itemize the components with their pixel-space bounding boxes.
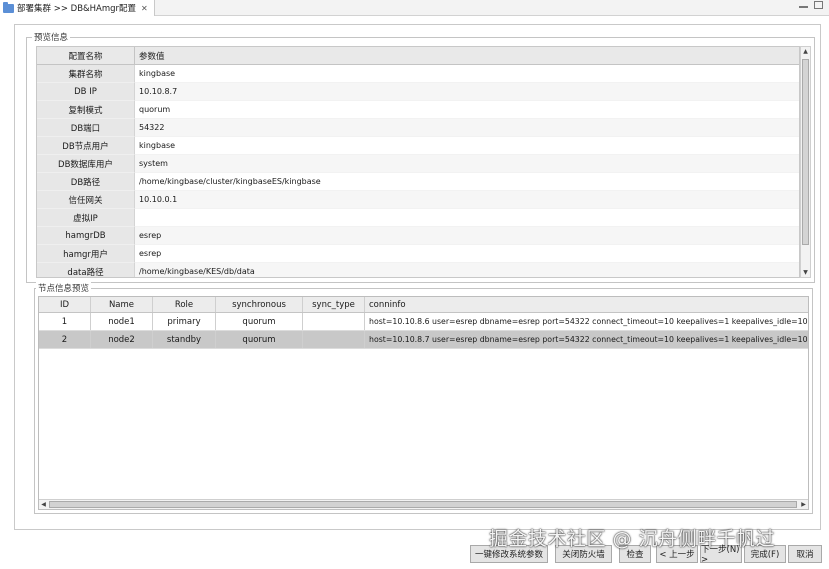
param-value-cell[interactable]: quorum — [135, 101, 799, 119]
node-table: ID Name Role synchronous sync_type conni… — [38, 296, 809, 510]
config-name-cell: 集群名称 — [37, 65, 135, 83]
tab-title: 部署集群 >> DB&HAmgr配置 — [17, 4, 137, 14]
param-value-cell[interactable]: /home/kingbase/cluster/kingbaseES/kingba… — [135, 173, 799, 191]
sync-type-cell — [303, 331, 365, 348]
param-value-cell[interactable]: esrep — [135, 245, 799, 263]
param-value-cell[interactable]: kingbase — [135, 137, 799, 155]
conninfo-cell: host=10.10.8.6 user=esrep dbname=esrep p… — [369, 317, 808, 326]
node-info-group-label: 节点信息预览 — [36, 282, 92, 294]
table-row[interactable]: 集群名称 kingbase — [37, 65, 799, 83]
param-value-cell[interactable]: 10.10.8.7 — [135, 83, 799, 101]
column-header-param-value[interactable]: 参数值 — [135, 47, 799, 64]
synchronous-cell: quorum — [216, 313, 303, 330]
table-row[interactable]: DB节点用户 kingbase — [37, 137, 799, 155]
role-cell: primary — [153, 313, 216, 330]
name-cell: node2 — [91, 331, 153, 348]
column-header-synchronous[interactable]: synchronous — [216, 297, 303, 312]
table-row[interactable]: data路径/home/kingbase/KES/db/data — [37, 263, 799, 277]
table-row[interactable]: DB路径/home/kingbase/cluster/kingbaseES/ki… — [37, 173, 799, 191]
name-cell: node1 — [91, 313, 153, 330]
config-name-cell: hamgrDB — [37, 227, 135, 245]
maximize-icon[interactable] — [814, 1, 823, 9]
minimize-icon[interactable] — [799, 5, 808, 8]
scroll-left-icon[interactable]: ◀ — [39, 500, 48, 509]
table-row[interactable]: 1 node1 primary quorum host=10.10.8.6 user=e… — [39, 313, 808, 331]
scroll-thumb[interactable] — [802, 59, 809, 245]
watermark: 掘金技术社区 @ 沉舟侧畔千帆过 — [489, 528, 776, 550]
config-name-cell: hamgr用户 — [37, 245, 135, 263]
scroll-up-icon[interactable]: ▲ — [801, 47, 810, 56]
preview-table-header: 配置名称 参数值 — [37, 47, 799, 65]
preview-group-label: 预览信息 — [32, 31, 71, 43]
editor-tab[interactable]: 部署集群 >> DB&HAmgr配置 ✕ — [0, 0, 155, 16]
column-header-config-name[interactable]: 配置名称 — [37, 47, 135, 64]
column-header-conninfo[interactable]: conninfo — [365, 297, 808, 312]
param-value-cell[interactable]: 54322 — [135, 119, 799, 137]
column-header-id[interactable]: ID — [39, 297, 91, 312]
config-name-cell: DB路径 — [37, 173, 135, 191]
table-row[interactable]: hamgr用户 esrep — [37, 245, 799, 263]
config-name-cell: data路径 — [37, 263, 135, 277]
role-cell: standby — [153, 331, 216, 348]
node-table-horizontal-scrollbar[interactable]: ◀ ▶ — [39, 499, 808, 509]
config-name-cell: DB数据库用户 — [37, 155, 135, 173]
column-header-sync-type[interactable]: sync_type — [303, 297, 365, 312]
param-value-cell[interactable]: 10.10.0.1 — [135, 191, 799, 209]
column-header-role[interactable]: Role — [153, 297, 216, 312]
window-controls — [799, 1, 823, 9]
table-row[interactable]: DB IP 10.10.8.7 — [37, 83, 799, 101]
column-header-name[interactable]: Name — [91, 297, 153, 312]
scroll-down-icon[interactable]: ▼ — [801, 268, 810, 277]
preview-table-body: 集群名称 kingbase DB IP 10.10.8.7 复制模式 quorum DB端口… — [37, 65, 799, 277]
node-table-header: ID Name Role synchronous sync_type conni… — [39, 297, 808, 313]
config-name-cell: 虚拟IP — [37, 209, 135, 227]
node-table-body: 1 node1 primary quorum host=10.10.8.6 user=e… — [39, 313, 808, 349]
param-value-cell[interactable]: esrep — [135, 227, 799, 245]
config-name-cell: 信任网关 — [37, 191, 135, 209]
preview-vertical-scrollbar[interactable]: ▲ ▼ — [800, 46, 811, 278]
table-row[interactable]: 虚拟IP — [37, 209, 799, 227]
id-cell: 1 — [39, 313, 91, 330]
config-name-cell: 复制模式 — [37, 101, 135, 119]
param-value-cell[interactable]: kingbase — [135, 65, 799, 83]
preview-table: 配置名称 参数值 集群名称 kingbase DB IP 10.10.8.7 复制模式 q… — [36, 46, 800, 278]
param-value-cell[interactable]: /home/kingbase/KES/db/data — [135, 263, 799, 277]
sync-type-cell — [303, 313, 365, 330]
table-row[interactable]: 信任网关 10.10.0.1 — [37, 191, 799, 209]
table-row[interactable]: 2 node2 standby quorum host=10.10.8.7 user=e… — [39, 331, 808, 349]
tab-close-icon[interactable]: ✕ — [141, 4, 148, 13]
table-row[interactable]: DB端口 54322 — [37, 119, 799, 137]
scroll-thumb[interactable] — [49, 501, 797, 508]
folder-icon — [3, 1, 14, 13]
config-name-cell: DB端口 — [37, 119, 135, 137]
param-value-cell[interactable] — [135, 209, 799, 227]
param-value-cell[interactable]: system — [135, 155, 799, 173]
synchronous-cell: quorum — [216, 331, 303, 348]
table-row[interactable]: 复制模式 quorum — [37, 101, 799, 119]
table-row[interactable]: DB数据库用户 system — [37, 155, 799, 173]
id-cell: 2 — [39, 331, 91, 348]
table-row[interactable]: hamgrDB esrep — [37, 227, 799, 245]
config-name-cell: DB节点用户 — [37, 137, 135, 155]
conninfo-cell: host=10.10.8.7 user=esrep dbname=esrep p… — [369, 335, 808, 344]
config-name-cell: DB IP — [37, 83, 135, 101]
editor-tab-bar: 部署集群 >> DB&HAmgr配置 ✕ — [0, 0, 829, 16]
cancel-button[interactable]: 取消 — [788, 545, 822, 563]
scroll-right-icon[interactable]: ▶ — [799, 500, 808, 509]
